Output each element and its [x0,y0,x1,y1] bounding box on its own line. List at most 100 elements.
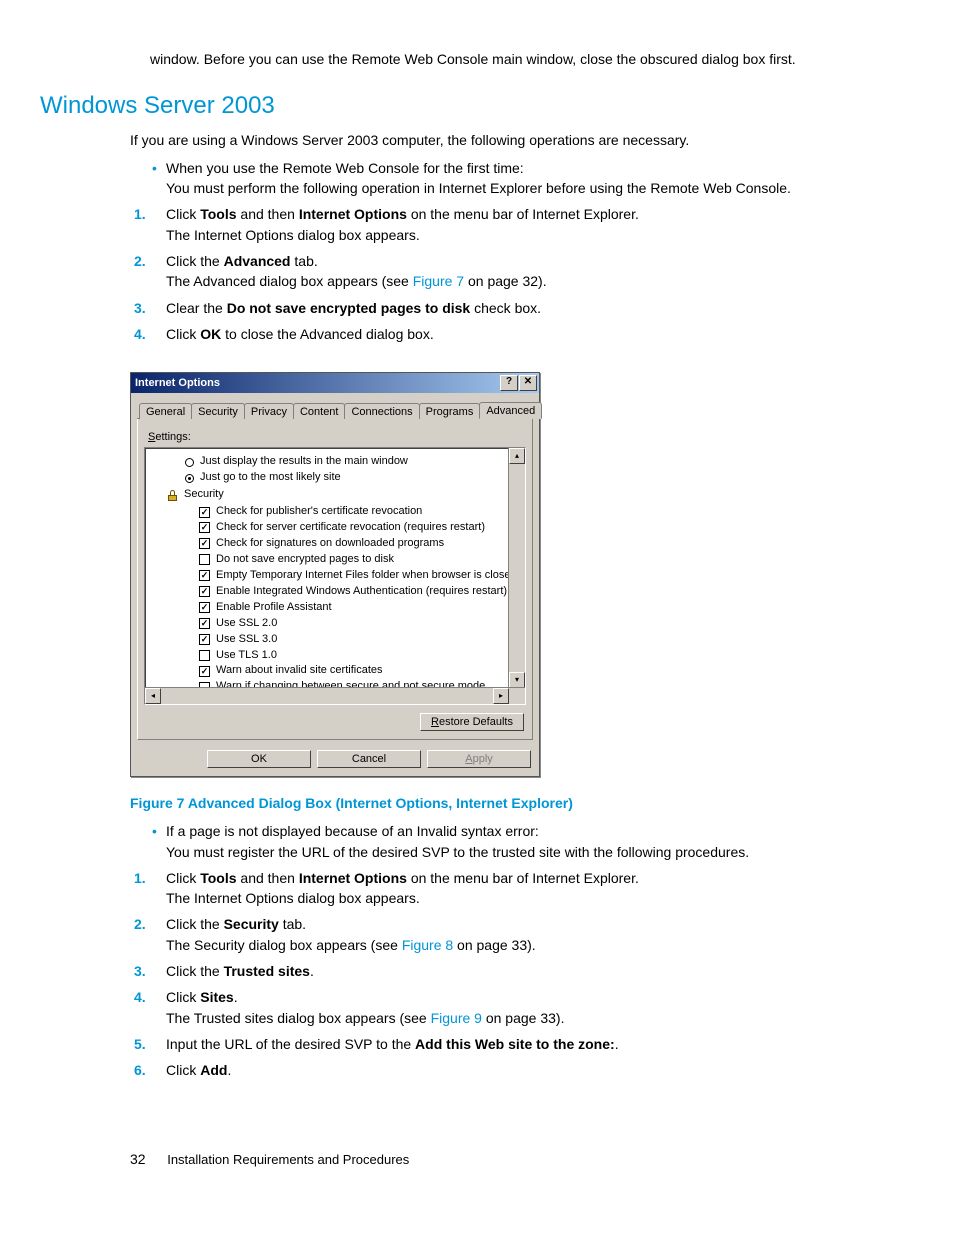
xref-link[interactable]: Figure 7 [413,273,464,289]
label-rest: estore Defaults [439,716,513,728]
text: Clear the [166,300,227,316]
restore-defaults-button[interactable]: Restore Defaults [420,713,524,731]
bold-text: Add [200,1062,227,1078]
tab-connections[interactable]: Connections [344,403,419,419]
bold-text: Internet Options [299,206,407,222]
step-number: 2. [134,914,146,934]
page-footer: 32 Installation Requirements and Procedu… [130,1151,894,1167]
scroll-corner [509,688,525,704]
vertical-scrollbar[interactable]: ▴▾ [508,448,525,688]
help-button[interactable]: ? [500,375,518,391]
checkbox-option[interactable]: Warn about invalid site certificates [151,663,521,679]
checkbox-option[interactable]: Check for publisher's certificate revoca… [151,504,521,520]
intro-paragraph: window. Before you can use the Remote We… [150,50,894,70]
checkbox-option[interactable]: Use TLS 1.0 [151,648,521,664]
scroll-left-icon[interactable]: ◂ [145,688,161,704]
tab-content[interactable]: Content [293,403,346,419]
text: Click the [166,963,224,979]
underline-char: R [431,716,439,728]
apply-button[interactable]: Apply [427,750,531,768]
text: . [234,989,238,1005]
settings-listbox[interactable]: Just display the results in the main win… [144,447,526,705]
text: Click [166,1062,200,1078]
checkbox-option[interactable]: Use SSL 3.0 [151,632,521,648]
checkbox-option[interactable]: Check for signatures on downloaded progr… [151,536,521,552]
step-item: 5. Input the URL of the desired SVP to t… [128,1034,894,1054]
checkbox-checked-icon [199,634,210,645]
text: tab. [279,916,306,932]
step-item: 3. Clear the Do not save encrypted pages… [128,298,894,318]
ok-button[interactable]: OK [207,750,311,768]
radio-filled-icon [185,474,194,483]
bold-text: Tools [200,206,236,222]
checkbox-option[interactable]: Empty Temporary Internet Files folder wh… [151,568,521,584]
bold-text: Internet Options [299,870,407,886]
checkbox-option[interactable]: Enable Profile Assistant [151,600,521,616]
text: The Internet Options dialog box appears. [166,227,420,243]
advanced-panel: Settings: Just display the results in th… [137,419,533,740]
step-item: 3. Click the Trusted sites. [128,961,894,981]
xref-link[interactable]: Figure 9 [431,1010,482,1026]
checkbox-option[interactable]: Do not save encrypted pages to disk [151,552,521,568]
radio-option[interactable]: Just display the results in the main win… [151,454,521,470]
tabs-row: General Security Privacy Content Connect… [137,401,533,419]
step-number: 1. [134,868,146,888]
settings-label: Settings: [148,431,526,443]
checkbox-checked-icon [199,522,210,533]
scroll-up-icon[interactable]: ▴ [509,448,525,464]
option-label: Check for signatures on downloaded progr… [216,536,444,552]
checkbox-option[interactable]: Enable Integrated Windows Authentication… [151,584,521,600]
horizontal-scrollbar[interactable]: ◂▸ [145,687,525,704]
text: on page 33). [453,937,536,953]
bold-text: Tools [200,870,236,886]
text: tab. [291,253,318,269]
bullet-line2: You must register the URL of the desired… [166,844,749,860]
checkbox-checked-icon [199,538,210,549]
option-label: Check for server certificate revocation … [216,520,485,536]
tab-programs[interactable]: Programs [419,403,481,419]
checkbox-option[interactable]: Use SSL 2.0 [151,616,521,632]
step-number: 3. [134,298,146,318]
step-item: 1. Click Tools and then Internet Options… [128,868,894,909]
text: Click [166,326,200,342]
checkbox-checked-icon [199,618,210,629]
text: Click [166,206,200,222]
text: Input the URL of the desired SVP to the [166,1036,415,1052]
option-label: Just go to the most likely site [200,470,341,486]
radio-option[interactable]: Just go to the most likely site [151,470,521,486]
option-label: Check for publisher's certificate revoca… [216,504,422,520]
option-label: Enable Profile Assistant [216,600,332,616]
tab-advanced[interactable]: Advanced [479,402,542,419]
tab-general[interactable]: General [139,403,192,419]
text: The Advanced dialog box appears (see [166,273,413,289]
tab-security[interactable]: Security [191,403,245,419]
checkbox-empty-icon [199,554,210,565]
step-item: 4. Click Sites. The Trusted sites dialog… [128,987,894,1028]
step-number: 2. [134,251,146,271]
tab-privacy[interactable]: Privacy [244,403,294,419]
scroll-right-icon[interactable]: ▸ [493,688,509,704]
option-label: Empty Temporary Internet Files folder wh… [216,568,517,584]
text: to close the Advanced dialog box. [221,326,433,342]
checkbox-option[interactable]: Check for server certificate revocation … [151,520,521,536]
category-security: Security [151,487,521,503]
option-label: Just display the results in the main win… [200,454,408,470]
checkbox-checked-icon [199,666,210,677]
checkbox-empty-icon [199,650,210,661]
underline-char: A [465,753,472,765]
dialog-title: Internet Options [135,377,220,389]
bullet-line2: You must perform the following operation… [166,180,791,196]
figure-caption: Figure 7 Advanced Dialog Box (Internet O… [130,795,894,811]
radio-empty-icon [185,458,194,467]
text: The Internet Options dialog box appears. [166,890,420,906]
cancel-button[interactable]: Cancel [317,750,421,768]
scroll-down-icon[interactable]: ▾ [509,672,525,688]
option-label: Warn about invalid site certificates [216,663,383,679]
xref-link[interactable]: Figure 8 [402,937,453,953]
internet-options-dialog: Internet Options ? ✕ General Security Pr… [130,372,540,777]
checkbox-checked-icon [199,586,210,597]
step-number: 3. [134,961,146,981]
text: The Trusted sites dialog box appears (se… [166,1010,431,1026]
bullet-item: If a page is not displayed because of an… [152,821,894,862]
close-button[interactable]: ✕ [519,375,537,391]
